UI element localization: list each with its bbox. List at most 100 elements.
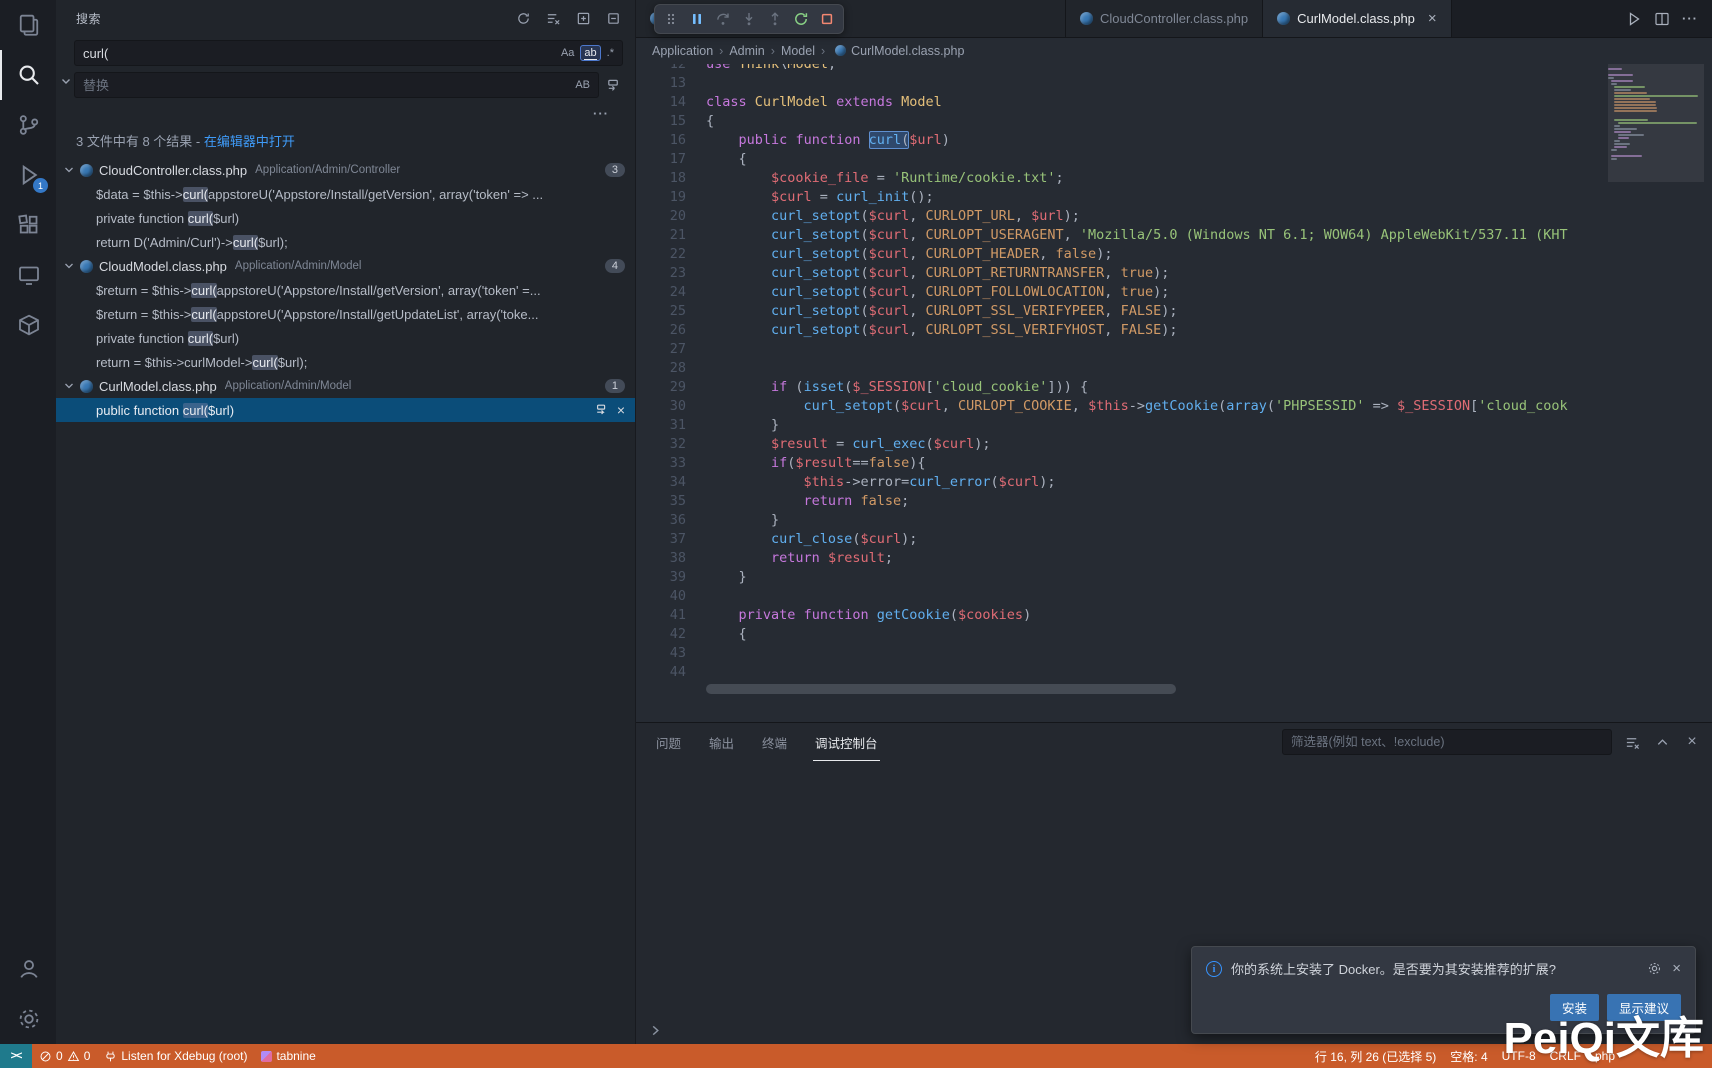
tab-debug-console[interactable]: 调试控制台 [813,723,880,761]
code-line[interactable]: 17 { [636,150,1602,169]
tab-terminal[interactable]: 终端 [760,723,789,761]
notification-settings-gear-icon[interactable] [1647,961,1662,976]
pause-icon[interactable] [685,7,709,31]
split-editor-icon[interactable] [1654,11,1670,27]
open-in-editor-link[interactable]: 在编辑器中打开 [204,134,295,149]
code-line[interactable]: 26 curl_setopt($curl, CURLOPT_SSL_VERIFY… [636,321,1602,340]
code-line[interactable]: 39 } [636,568,1602,587]
cursor-position[interactable]: 行 16, 列 26 (已选择 5) [1308,1048,1443,1065]
settings-gear-icon[interactable] [0,994,56,1044]
explorer-icon[interactable] [0,0,56,50]
code-line[interactable]: 41 private function getCookie($cookies) [636,606,1602,625]
source-control-icon[interactable] [0,100,56,150]
language-mode[interactable]: php [1588,1049,1622,1063]
code-line[interactable]: 32 $result = curl_exec($curl); [636,435,1602,454]
search-match-row[interactable]: return D('Admin/Curl')->curl($url); [56,230,635,254]
breadcrumb-item-file[interactable]: CurlModel.class.php [831,44,964,58]
remote-explorer-icon[interactable] [0,250,56,300]
step-into-icon[interactable] [737,7,761,31]
encoding[interactable]: UTF-8 [1495,1049,1543,1063]
clear-search-results-icon[interactable] [543,8,563,28]
code-line[interactable]: 42 { [636,625,1602,644]
code-line[interactable]: 25 curl_setopt($curl, CURLOPT_SSL_VERIFY… [636,302,1602,321]
stop-icon[interactable] [815,7,839,31]
code-line[interactable]: 34 $this->error=curl_error($curl); [636,473,1602,492]
account-icon[interactable] [0,944,56,994]
code-line[interactable]: 27 [636,340,1602,359]
search-match-row[interactable]: return = $this->curlModel->curl($url); [56,350,635,374]
close-tab-icon[interactable]: × [1428,10,1437,27]
code-line[interactable]: 44 [636,663,1602,682]
code-line[interactable]: 38 return $result; [636,549,1602,568]
breadcrumb-item[interactable]: Admin [729,44,764,58]
search-match-row[interactable]: private function curl($url) [56,326,635,350]
replace-match-icon[interactable] [595,403,609,417]
code-line[interactable]: 35 return false; [636,492,1602,511]
regex-toggle[interactable]: .* [603,45,618,61]
code-line[interactable]: 19 $curl = curl_init(); [636,188,1602,207]
search-match-row[interactable]: $return = $this->curl(appstoreU('Appstor… [56,302,635,326]
indentation[interactable]: 空格: 4 [1443,1048,1494,1065]
docker-extension-icon[interactable] [0,300,56,350]
close-panel-icon[interactable]: × [1682,732,1702,752]
clear-console-icon[interactable] [1622,732,1642,752]
more-actions-icon[interactable]: ··· [1682,11,1698,26]
code-line[interactable]: 23 curl_setopt($curl, CURLOPT_RETURNTRAN… [636,264,1602,283]
code-line[interactable]: 37 curl_close($curl); [636,530,1602,549]
code-line[interactable]: 18 $cookie_file = 'Runtime/cookie.txt'; [636,169,1602,188]
match-case-toggle[interactable]: Aa [557,45,578,61]
problems-status[interactable]: 0 0 [32,1044,97,1068]
search-match-row[interactable]: $return = $this->curl(appstoreU('Appstor… [56,278,635,302]
file-row[interactable]: CloudController.class.php Application/Ad… [56,158,635,182]
code-line[interactable]: 15{ [636,112,1602,131]
file-row[interactable]: CurlModel.class.php Application/Admin/Mo… [56,374,635,398]
run-debug-icon[interactable]: 1 [0,150,56,200]
breadcrumb-item[interactable]: Model [781,44,815,58]
drag-grip-icon[interactable] [659,7,683,31]
search-icon[interactable] [0,50,56,100]
xdebug-status[interactable]: Listen for Xdebug (root) [97,1044,254,1068]
search-match-row-selected[interactable]: public function curl($url) × [56,398,635,422]
preserve-case-toggle[interactable]: AB [571,77,594,93]
toggle-replace-chevron-icon[interactable] [58,40,74,121]
restart-icon[interactable] [789,7,813,31]
extensions-icon[interactable] [0,200,56,250]
code-line[interactable]: 24 curl_setopt($curl, CURLOPT_FOLLOWLOCA… [636,283,1602,302]
search-match-row[interactable]: private function curl($url) [56,206,635,230]
code-line[interactable]: 16 public function curl($url) [636,131,1602,150]
code-line[interactable]: 30 curl_setopt($curl, CURLOPT_COOKIE, $t… [636,397,1602,416]
code-line[interactable]: 43 [636,644,1602,663]
notification-close-icon[interactable]: × [1672,961,1681,976]
tab-problems[interactable]: 问题 [654,723,683,761]
replace-all-icon[interactable] [603,75,623,95]
code-line[interactable]: 29 if (isset($_SESSION['cloud_cookie']))… [636,378,1602,397]
code-line[interactable]: 40 [636,587,1602,606]
step-over-icon[interactable] [711,7,735,31]
code-line[interactable]: 14class CurlModel extends Model [636,93,1602,112]
remote-indicator[interactable]: >< [0,1044,32,1068]
search-input[interactable] [83,46,555,61]
code-line[interactable]: 31 } [636,416,1602,435]
refresh-icon[interactable] [513,8,533,28]
collapse-all-icon[interactable] [603,8,623,28]
console-filter-input[interactable] [1291,735,1603,749]
search-match-row[interactable]: $data = $this->curl(appstoreU('Appstore/… [56,182,635,206]
code-line[interactable]: 21 curl_setopt($curl, CURLOPT_USERAGENT,… [636,226,1602,245]
whole-word-toggle[interactable]: ab [580,45,600,61]
code-line[interactable]: 12use Think\Model; [636,64,1602,74]
code-line[interactable]: 33 if($result==false){ [636,454,1602,473]
code-line[interactable]: 22 curl_setopt($curl, CURLOPT_HEADER, fa… [636,245,1602,264]
code-line[interactable]: 28 [636,359,1602,378]
install-button[interactable]: 安装 [1550,994,1599,1021]
code-line[interactable]: 20 curl_setopt($curl, CURLOPT_URL, $url)… [636,207,1602,226]
code-line[interactable]: 36 } [636,511,1602,530]
code-editor[interactable]: 12use Think\Model;1314class CurlModel ex… [636,64,1712,722]
dismiss-match-icon[interactable]: × [617,403,625,417]
show-recommendations-button[interactable]: 显示建议 [1607,994,1681,1021]
open-new-search-editor-icon[interactable] [573,8,593,28]
code-line[interactable]: 13 [636,74,1602,93]
run-icon[interactable] [1626,11,1642,27]
breadcrumb-item[interactable]: Application [652,44,713,58]
minimap[interactable] [1608,64,1704,722]
replace-input[interactable] [83,78,569,93]
